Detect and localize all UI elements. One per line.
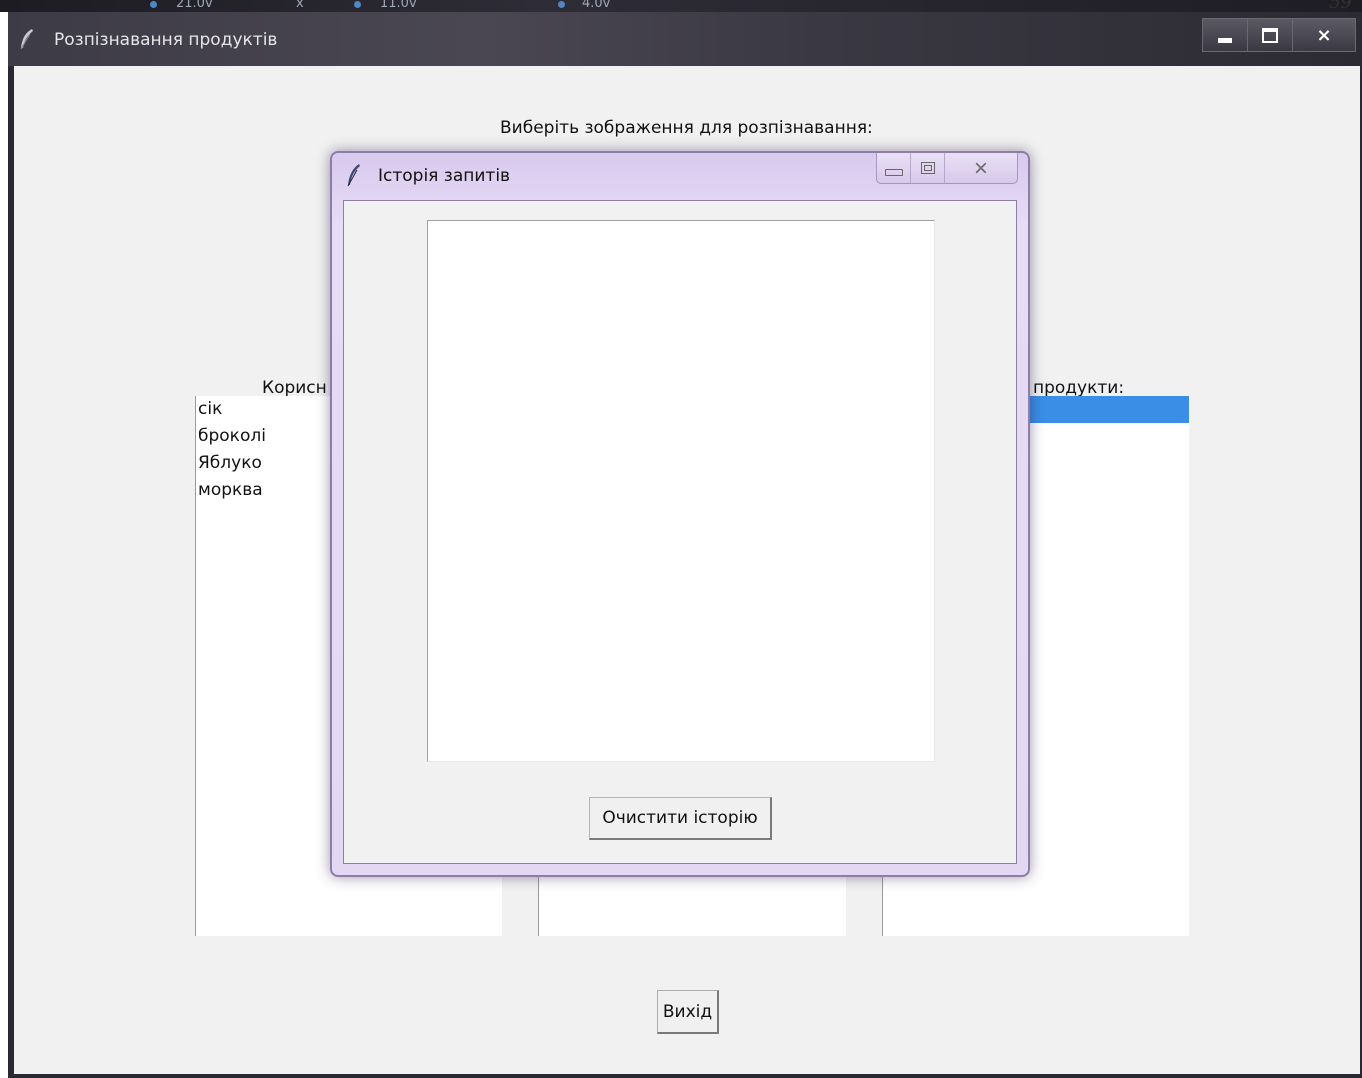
dialog-maximize-button[interactable] bbox=[911, 153, 945, 183]
prompt-label: Виберіть зображення для розпізнавання: bbox=[500, 118, 873, 138]
minimize-icon bbox=[1218, 37, 1232, 43]
close-button[interactable]: × bbox=[1292, 18, 1356, 52]
background-fragment: 21.0v bbox=[176, 0, 213, 11]
exit-button[interactable]: Вихід bbox=[657, 990, 719, 1034]
feather-icon bbox=[347, 164, 360, 187]
background-fragment: 4.0v bbox=[582, 0, 611, 11]
status-dot-icon bbox=[558, 1, 565, 8]
status-dot-icon bbox=[354, 1, 361, 8]
history-listbox[interactable] bbox=[427, 220, 935, 762]
minimize-button[interactable] bbox=[1202, 18, 1248, 52]
right-column-label: продукти: bbox=[1033, 378, 1125, 398]
window-title: Розпізнавання продуктів bbox=[54, 30, 278, 50]
background-taskbar-strip: 21.0v x 11.0v 4.0v bbox=[0, 0, 1362, 12]
dialog-client-area: Очистити історію bbox=[343, 200, 1017, 864]
feather-icon bbox=[20, 29, 33, 50]
maximize-icon bbox=[1262, 27, 1278, 43]
minimize-icon bbox=[884, 168, 903, 176]
history-dialog: Історія запитів ⨯ Очистити історію bbox=[330, 151, 1030, 877]
dialog-title: Історія запитів bbox=[378, 166, 511, 186]
status-dot-icon bbox=[150, 1, 157, 8]
maximize-icon bbox=[920, 162, 935, 174]
dialog-close-button[interactable]: ⨯ bbox=[945, 153, 1017, 183]
selected-list-item[interactable] bbox=[1029, 396, 1189, 423]
background-fragment: 11.0v bbox=[380, 0, 417, 11]
main-titlebar[interactable]: Розпізнавання продуктів × bbox=[8, 12, 1362, 66]
left-column-label: Корисн bbox=[262, 378, 327, 398]
dialog-minimize-button[interactable] bbox=[877, 153, 911, 183]
middle-listbox[interactable] bbox=[538, 876, 846, 936]
dialog-window-controls: ⨯ bbox=[876, 153, 1018, 184]
maximize-button[interactable] bbox=[1247, 18, 1293, 52]
close-icon: × bbox=[1316, 24, 1332, 46]
close-icon: ⨯ bbox=[973, 157, 989, 179]
clear-history-button[interactable]: Очистити історію bbox=[589, 797, 772, 840]
window-controls: × bbox=[1202, 18, 1356, 54]
background-fragment: x bbox=[296, 0, 304, 11]
